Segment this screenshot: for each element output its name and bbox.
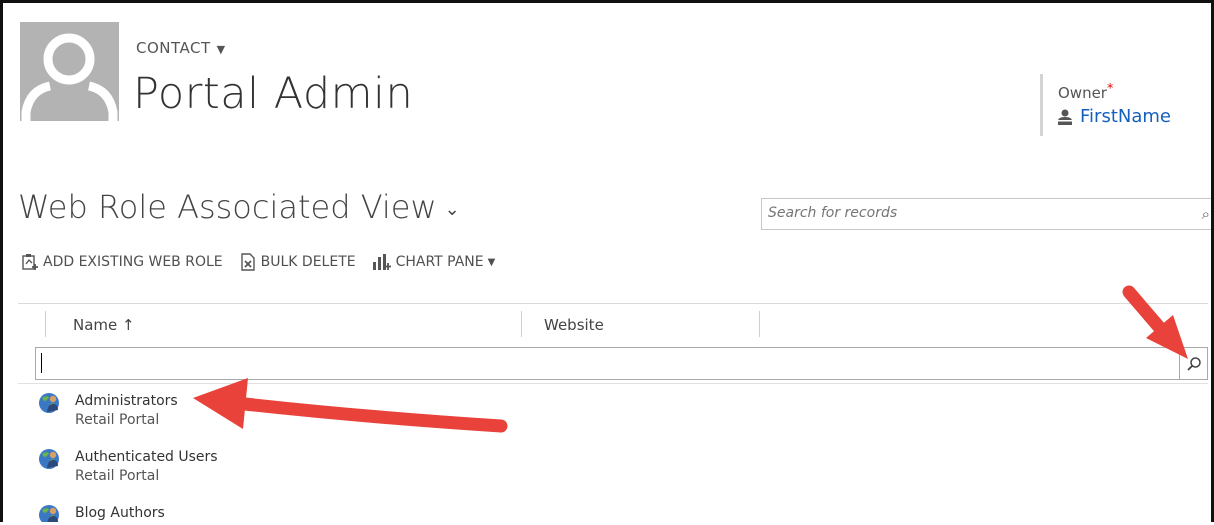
crm-form: CONTACT ▼ Portal Admin Owner* FirstName W… — [0, 0, 1214, 522]
annotation-arrow-icon — [193, 378, 508, 433]
annotation-arrows — [193, 285, 1188, 433]
annotation-arrow-icon — [1122, 285, 1188, 359]
